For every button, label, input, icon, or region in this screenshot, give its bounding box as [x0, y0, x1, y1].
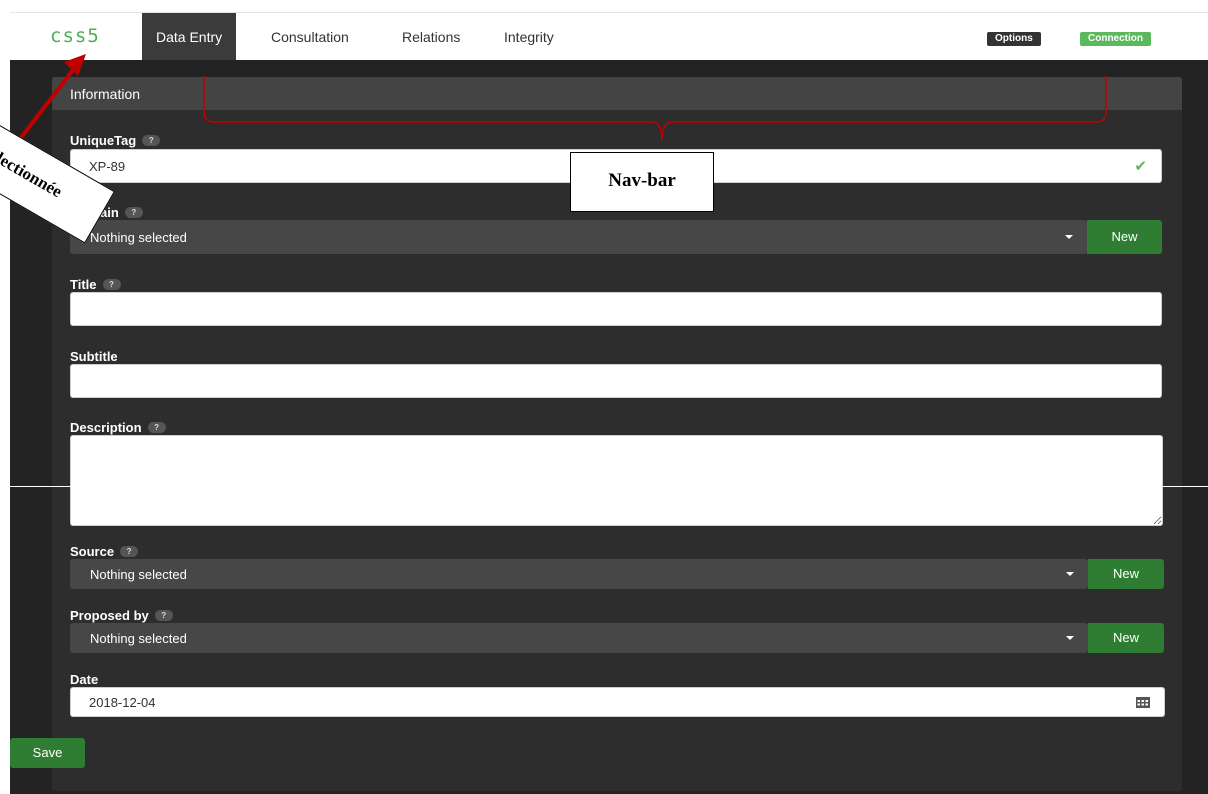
- caret-down-icon: [1065, 235, 1073, 239]
- source-label-text: Source: [70, 544, 115, 559]
- options-button[interactable]: Options: [987, 32, 1041, 46]
- brand-logo[interactable]: css5: [50, 25, 100, 47]
- panel-title: Information: [70, 86, 141, 102]
- calendar-icon[interactable]: [1136, 696, 1150, 708]
- check-icon: ✔: [1134, 158, 1147, 175]
- source-new-button[interactable]: New: [1088, 559, 1164, 589]
- domain-label: ain ?: [100, 205, 143, 220]
- navbar-callout: Nav-bar: [570, 152, 714, 212]
- source-select[interactable]: Nothing selected: [70, 559, 1088, 589]
- help-icon[interactable]: ?: [120, 546, 139, 557]
- proposed-by-select[interactable]: Nothing selected: [70, 623, 1088, 653]
- description-label-text: Description: [70, 420, 142, 435]
- subtitle-label-text: Subtitle: [70, 349, 118, 364]
- uniquetag-value: XP-89: [89, 158, 126, 174]
- caret-down-icon: [1066, 636, 1074, 640]
- date-value: 2018-12-04: [89, 694, 156, 710]
- domain-select[interactable]: Nothing selected: [70, 220, 1087, 254]
- nav-item-consultation[interactable]: Consultation: [257, 13, 363, 61]
- date-input[interactable]: 2018-12-04: [70, 687, 1165, 717]
- save-button[interactable]: Save: [10, 738, 85, 768]
- proposed-by-new-button[interactable]: New: [1088, 623, 1164, 653]
- nav-item-data-entry[interactable]: Data Entry: [142, 13, 237, 61]
- title-label: Title ?: [70, 277, 121, 292]
- panel-header: Information: [52, 77, 1182, 110]
- domain-new-button[interactable]: New: [1087, 220, 1162, 254]
- caret-down-icon: [1066, 572, 1074, 576]
- date-label: Date: [70, 672, 98, 687]
- connection-button[interactable]: Connection: [1080, 32, 1151, 46]
- date-label-text: Date: [70, 672, 99, 687]
- navbar: css5 Data Entry Consultation Relations I…: [10, 12, 1208, 61]
- source-label: Source ?: [70, 544, 139, 559]
- subtitle-input[interactable]: [70, 364, 1162, 398]
- domain-select-value: Nothing selected: [90, 229, 187, 245]
- help-icon[interactable]: ?: [147, 422, 166, 433]
- help-icon[interactable]: ?: [124, 207, 143, 218]
- description-label: Description ?: [70, 420, 166, 435]
- uniquetag-label: UniqueTag ?: [70, 133, 161, 148]
- help-icon[interactable]: ?: [154, 610, 173, 621]
- uniquetag-label-text: UniqueTag: [70, 133, 137, 148]
- proposed-by-label: Proposed by ?: [70, 608, 173, 623]
- description-textarea[interactable]: [70, 435, 1163, 526]
- nav-item-relations[interactable]: Relations: [388, 13, 474, 61]
- proposed-by-select-value: Nothing selected: [90, 630, 187, 646]
- title-input[interactable]: [70, 292, 1162, 326]
- help-icon[interactable]: ?: [142, 135, 161, 146]
- help-icon[interactable]: ?: [102, 279, 121, 290]
- subtitle-label: Subtitle: [70, 349, 118, 364]
- title-label-text: Title: [70, 277, 97, 292]
- source-select-value: Nothing selected: [90, 566, 187, 582]
- divider-line: [0, 486, 1208, 487]
- nav-item-integrity[interactable]: Integrity: [490, 13, 568, 61]
- proposed-by-label-text: Proposed by: [70, 608, 149, 623]
